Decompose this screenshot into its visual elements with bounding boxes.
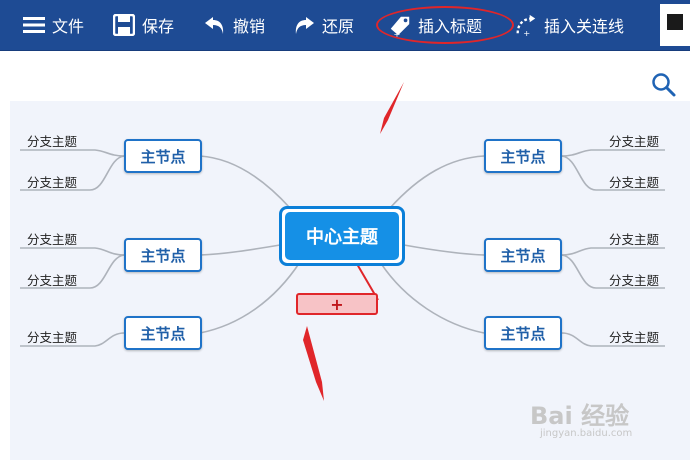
top-bar bbox=[0, 51, 690, 101]
main-node-left-1[interactable]: 主节点 bbox=[124, 139, 202, 173]
central-topic[interactable]: 中心主题 bbox=[279, 206, 405, 266]
main-node-left-2[interactable]: 主节点 bbox=[124, 238, 202, 272]
insert-link-label: 插入关连线 bbox=[544, 17, 625, 36]
search-icon bbox=[652, 73, 676, 97]
undo-icon bbox=[203, 13, 227, 37]
redo-button[interactable]: 还原 bbox=[292, 0, 354, 50]
main-node-right-2[interactable]: 主节点 bbox=[484, 238, 562, 272]
branch-topic-right-2a[interactable]: 分支主题 bbox=[609, 229, 659, 248]
svg-text:+: + bbox=[394, 29, 401, 38]
save-label: 保存 bbox=[142, 17, 175, 36]
file-menu-button[interactable]: 文件 bbox=[22, 0, 84, 50]
undo-label: 撤销 bbox=[233, 17, 266, 36]
add-title-button[interactable]: + bbox=[296, 293, 378, 315]
branch-topic-right-2b[interactable]: 分支主题 bbox=[609, 270, 659, 289]
main-node-left-3[interactable]: 主节点 bbox=[124, 316, 202, 350]
main-node-right-1[interactable]: 主节点 bbox=[484, 139, 562, 173]
branch-topic-left-1a[interactable]: 分支主题 bbox=[27, 131, 77, 150]
central-topic-label: 中心主题 bbox=[285, 212, 399, 260]
branch-topic-left-3a[interactable]: 分支主题 bbox=[27, 327, 77, 346]
watermark-logo: Bai 经验 jingyan.baidu.com bbox=[530, 396, 685, 446]
tag-icon: + bbox=[388, 13, 412, 38]
save-icon bbox=[112, 13, 136, 37]
search-button[interactable] bbox=[651, 72, 677, 98]
main-node-right-3[interactable]: 主节点 bbox=[484, 316, 562, 350]
menu-icon bbox=[22, 13, 46, 37]
insert-link-button[interactable]: + 插入关连线 bbox=[514, 0, 624, 50]
dark-block-icon bbox=[667, 14, 683, 30]
branch-topic-right-3a[interactable]: 分支主题 bbox=[609, 327, 659, 346]
svg-text:+: + bbox=[523, 28, 530, 38]
toolbar: 文件 保存 撤销 还原 + 插入标题 + 插入关连线 bbox=[0, 0, 690, 51]
branch-topic-left-2a[interactable]: 分支主题 bbox=[27, 229, 77, 248]
redo-icon bbox=[292, 13, 316, 37]
insert-title-label: 插入标题 bbox=[418, 17, 483, 36]
insert-title-button[interactable]: + 插入标题 bbox=[388, 0, 482, 50]
watermark-url: jingyan.baidu.com bbox=[540, 428, 633, 439]
watermark-main-text: Bai 经验 bbox=[530, 402, 630, 430]
link-icon: + bbox=[514, 13, 538, 38]
branch-topic-right-1a[interactable]: 分支主题 bbox=[609, 131, 659, 150]
file-label: 文件 bbox=[52, 17, 85, 36]
branch-topic-right-1b[interactable]: 分支主题 bbox=[609, 172, 659, 191]
branch-topic-left-2b[interactable]: 分支主题 bbox=[27, 270, 77, 289]
redo-label: 还原 bbox=[322, 17, 355, 36]
undo-button[interactable]: 撤销 bbox=[203, 0, 265, 50]
branch-topic-left-1b[interactable]: 分支主题 bbox=[27, 172, 77, 191]
save-button[interactable]: 保存 bbox=[112, 0, 174, 50]
